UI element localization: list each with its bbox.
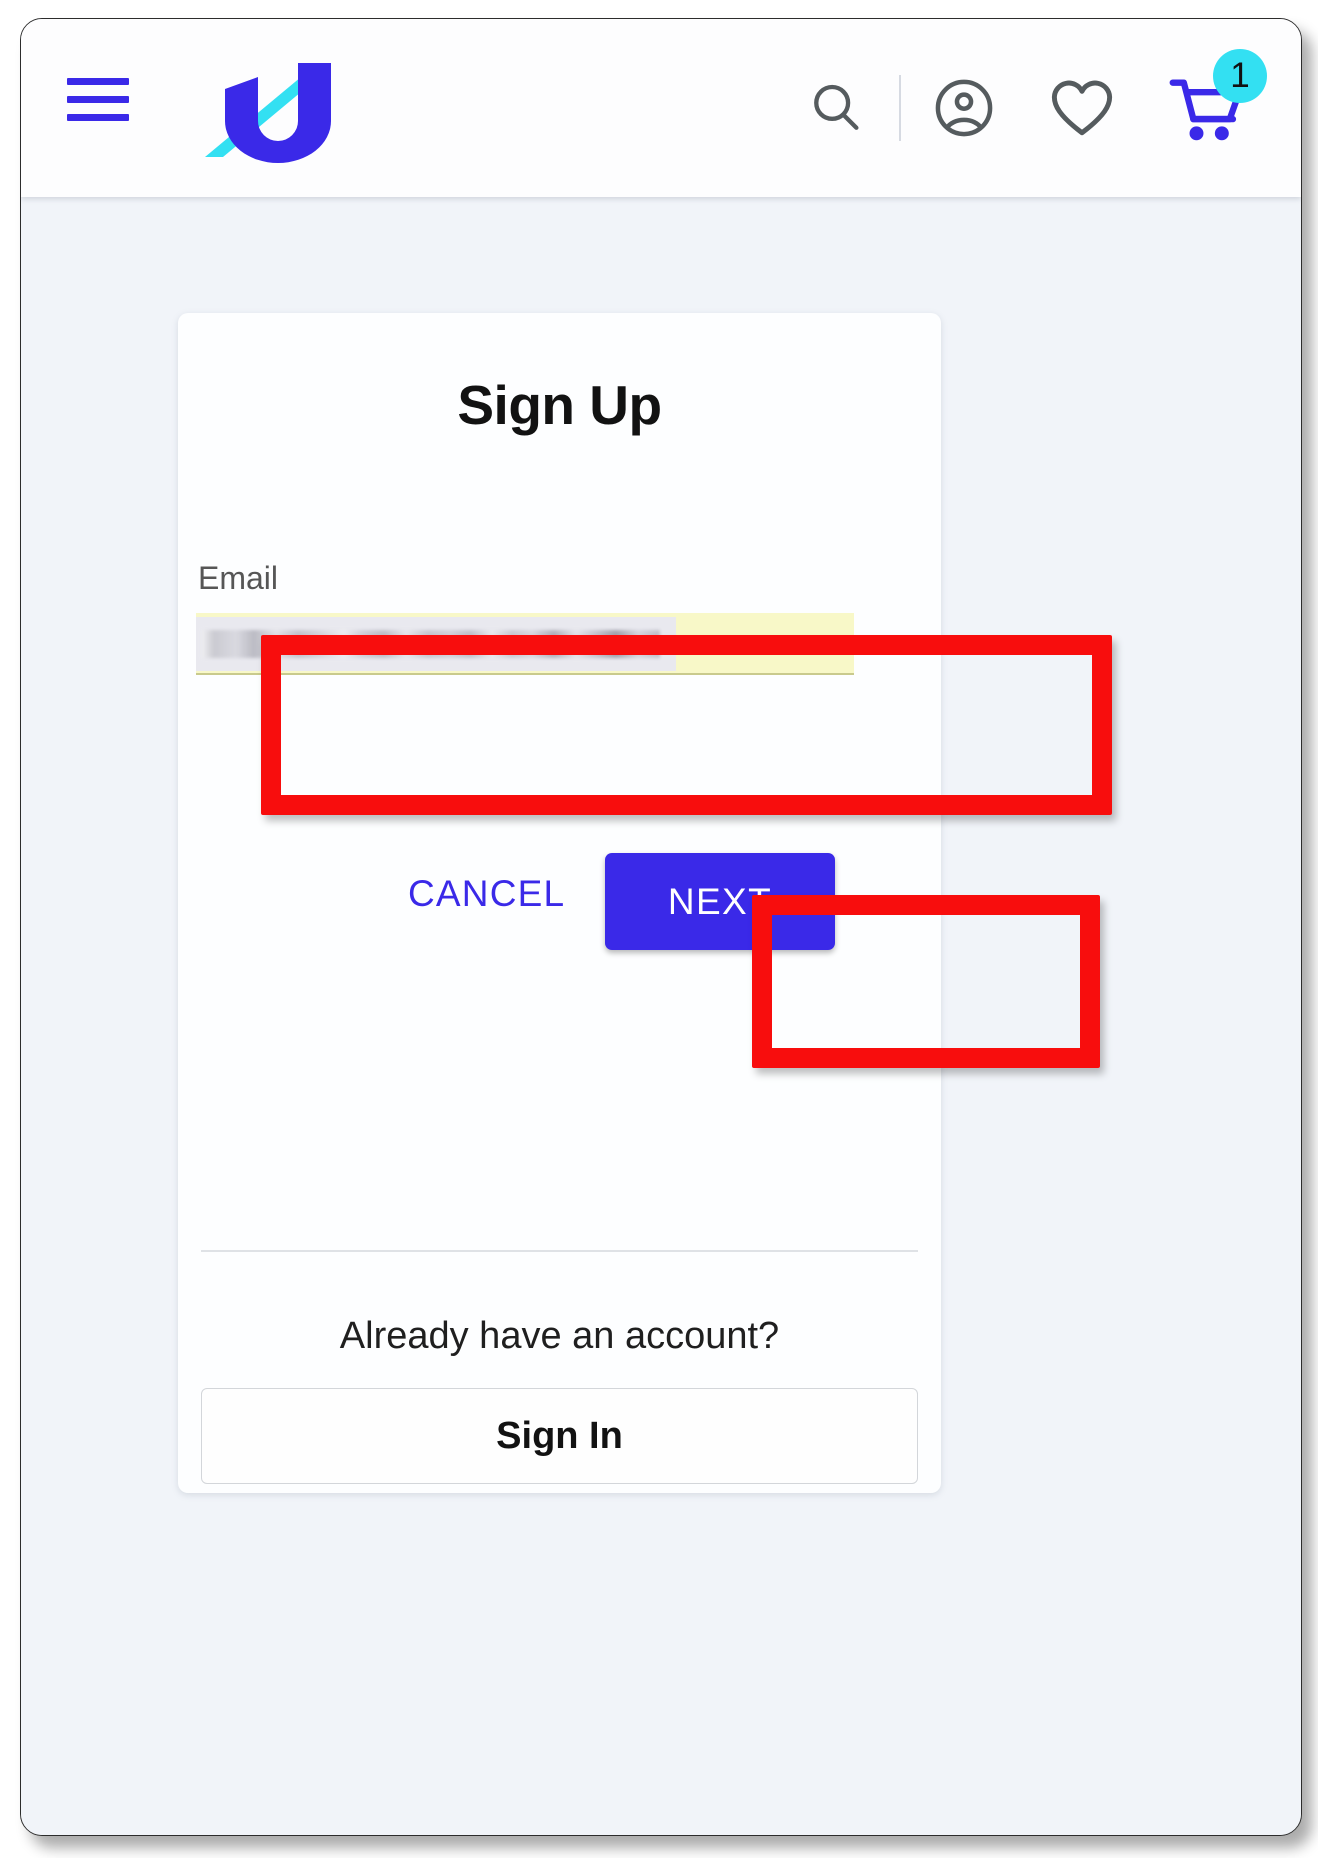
already-have-account-text: Already have an account?: [339, 1315, 780, 1357]
cart-badge: 1: [1213, 49, 1267, 103]
shopping-cart-icon[interactable]: 1: [1163, 49, 1267, 151]
hamburger-bar: [67, 96, 129, 103]
search-icon[interactable]: [799, 71, 873, 145]
email-label: Email: [198, 560, 279, 596]
section-divider: [201, 1250, 918, 1252]
email-field-group: Email: [196, 560, 854, 675]
redaction-blur: [202, 630, 660, 658]
wishlist-heart-icon[interactable]: [1045, 71, 1119, 145]
device-frame: 1 Sign Up Email CANCEL NEXT Already have…: [20, 18, 1302, 1836]
email-input[interactable]: [196, 613, 854, 675]
hamburger-bar: [67, 114, 129, 121]
app-header: 1: [21, 19, 1301, 197]
page-body: Sign Up Email CANCEL NEXT Already have a…: [21, 197, 1301, 1835]
account-icon[interactable]: [927, 71, 1001, 145]
site-logo[interactable]: [201, 59, 331, 164]
page-title: Sign Up: [457, 374, 662, 436]
hamburger-menu-icon[interactable]: [67, 77, 129, 123]
sign-in-button[interactable]: Sign In: [201, 1388, 918, 1484]
header-divider: [899, 75, 901, 141]
cancel-button[interactable]: CANCEL: [408, 873, 565, 915]
header-actions: 1: [799, 19, 1301, 197]
next-button[interactable]: NEXT: [605, 853, 835, 950]
form-actions: CANCEL NEXT: [178, 845, 941, 965]
screenshot-root: 1 Sign Up Email CANCEL NEXT Already have…: [0, 0, 1318, 1858]
hamburger-bar: [67, 78, 129, 85]
signup-card: Sign Up Email CANCEL NEXT Already have a…: [178, 313, 941, 1493]
email-value-redacted: [196, 617, 676, 671]
